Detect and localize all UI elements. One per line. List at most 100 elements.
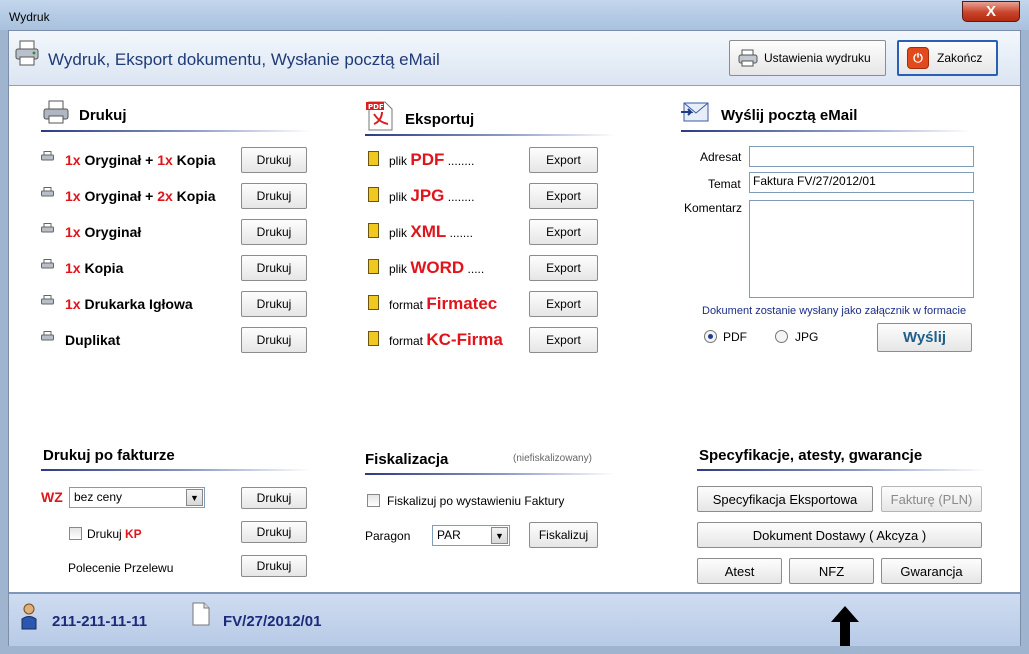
nfz-button[interactable]: NFZ — [789, 558, 874, 584]
export-button[interactable]: Export — [529, 327, 598, 353]
dialog-body — [8, 30, 1021, 646]
window-close-button[interactable]: X — [962, 1, 1020, 22]
atest-button[interactable]: Atest — [697, 558, 782, 584]
small-printer-icon — [41, 295, 54, 305]
format-jpg-label: JPG — [795, 330, 819, 344]
print-option-label: Duplikat — [65, 332, 121, 348]
fiscalize-button[interactable]: Fiskalizuj — [529, 522, 598, 548]
address-input[interactable] — [749, 146, 974, 167]
fiscal-status: (niefiskalizowany) — [513, 453, 592, 464]
print-option-label: 1x Kopia — [65, 260, 124, 276]
client-nip: 211-211-11-11 — [52, 613, 148, 630]
email-send-icon — [681, 102, 709, 122]
attachment-format-note: Dokument zostanie wysłany jako załącznik… — [702, 305, 967, 317]
subject-label: Temat — [708, 177, 741, 191]
receipt-label: Paragon — [365, 529, 411, 543]
window-title: Wydruk — [9, 10, 50, 24]
export-button[interactable]: Export — [529, 183, 598, 209]
export-format-label: format Firmatec — [389, 294, 498, 313]
close-dialog-button[interactable]: ⏻ Zakończ — [897, 40, 998, 76]
print-option-label: 1x Drukarka Igłowa — [65, 296, 193, 312]
export-button[interactable]: Export — [529, 291, 598, 317]
wz-price-select[interactable]: bez ceny ▼ — [69, 487, 205, 508]
print-option-button[interactable]: Drukuj — [241, 183, 307, 209]
format-jpg-radio[interactable] — [775, 330, 788, 343]
close-dialog-label: Zakończ — [937, 51, 983, 65]
wz-label: WZ — [41, 489, 63, 505]
print-transfer-button[interactable]: Drukuj — [241, 555, 307, 577]
file-icon — [368, 151, 379, 166]
email-section-title: Wyślij pocztą eMail — [721, 107, 858, 124]
svg-text:PDF: PDF — [368, 103, 384, 111]
delivery-document-button[interactable]: Dokument Dostawy ( Akcyza ) — [697, 522, 982, 548]
export-section-title: Eksportuj — [405, 111, 475, 128]
arrow-up-icon — [831, 606, 859, 646]
export-format-label: plik WORD ..... — [389, 258, 485, 277]
print-option-label: 1x Oryginał — [65, 224, 142, 240]
comment-textarea[interactable] — [749, 200, 974, 298]
wz-price-select-value: bez ceny — [74, 490, 123, 504]
document-number: FV/27/2012/01 — [223, 613, 322, 630]
print-wz-button[interactable]: Drukuj — [241, 487, 307, 509]
export-button[interactable]: Export — [529, 255, 598, 281]
print-option-button[interactable]: Drukuj — [241, 147, 307, 173]
export-format-label: plik XML ....... — [389, 222, 473, 241]
file-icon — [368, 295, 379, 310]
print-kp-checkbox[interactable] — [69, 527, 82, 540]
export-spec-button[interactable]: Specyfikacja Eksportowa — [697, 486, 873, 512]
printer-settings-icon — [738, 49, 758, 67]
export-button[interactable]: Export — [529, 219, 598, 245]
export-format-label: format KC-Firma — [389, 330, 503, 349]
print-option-button[interactable]: Drukuj — [241, 219, 307, 245]
print-kp-label: Drukuj KP — [87, 527, 142, 541]
file-icon — [368, 187, 379, 202]
send-email-button[interactable]: Wyślij — [877, 323, 972, 352]
print-option-button[interactable]: Drukuj — [241, 327, 307, 353]
file-icon — [368, 259, 379, 274]
subject-input[interactable]: Faktura FV/27/2012/01 — [749, 172, 974, 193]
window-titlebar — [0, 0, 1029, 30]
print-section-rule — [41, 130, 311, 132]
address-label: Adresat — [700, 150, 742, 164]
print-option-label: 1x Oryginał + 2x Kopia — [65, 188, 216, 204]
small-printer-icon — [41, 331, 54, 341]
small-printer-icon — [41, 187, 54, 197]
print-option-button[interactable]: Drukuj — [241, 291, 307, 317]
print-section-icon — [43, 100, 69, 124]
pdf-file-icon: PDF — [366, 101, 393, 131]
file-icon — [368, 331, 379, 346]
file-icon — [368, 223, 379, 238]
fiscalize-after-invoice-checkbox[interactable] — [367, 494, 380, 507]
print-settings-label: Ustawienia wydruku — [764, 51, 871, 65]
status-bar — [9, 592, 1020, 646]
printer-icon — [15, 40, 39, 66]
print-settings-button[interactable]: Ustawienia wydruku — [729, 40, 886, 76]
document-icon — [192, 602, 210, 626]
format-pdf-radio[interactable] — [704, 330, 717, 343]
export-format-label: plik PDF ........ — [389, 150, 475, 169]
chevron-down-icon[interactable]: ▼ — [186, 489, 203, 506]
fiscalize-after-invoice-label: Fiskalizuj po wystawieniu Faktury — [387, 494, 565, 508]
print-option-button[interactable]: Drukuj — [241, 255, 307, 281]
export-format-label: plik JPG ........ — [389, 186, 475, 205]
fiscal-title: Fiskalizacja — [365, 451, 449, 468]
small-printer-icon — [41, 223, 54, 233]
receipt-select-value: PAR — [437, 528, 461, 542]
email-section-rule — [681, 130, 971, 132]
after-invoice-rule — [41, 469, 311, 471]
page-title: Wydruk, Eksport dokumentu, Wysłanie pocz… — [48, 50, 440, 69]
print-section-title: Drukuj — [79, 107, 127, 124]
warranty-button[interactable]: Gwarancja — [881, 558, 982, 584]
print-kp-button[interactable]: Drukuj — [241, 521, 307, 543]
format-pdf-label: PDF — [723, 330, 747, 344]
small-printer-icon — [41, 259, 54, 269]
small-printer-icon — [41, 151, 54, 161]
invoice-pln-button[interactable]: Fakturę (PLN) — [881, 486, 982, 512]
receipt-select[interactable]: PAR ▼ — [432, 525, 510, 546]
comment-label: Komentarz — [684, 201, 743, 215]
after-invoice-title: Drukuj po fakturze — [43, 447, 175, 464]
fiscal-rule — [365, 473, 615, 475]
export-button[interactable]: Export — [529, 147, 598, 173]
power-icon: ⏻ — [907, 47, 929, 69]
chevron-down-icon[interactable]: ▼ — [491, 527, 508, 544]
